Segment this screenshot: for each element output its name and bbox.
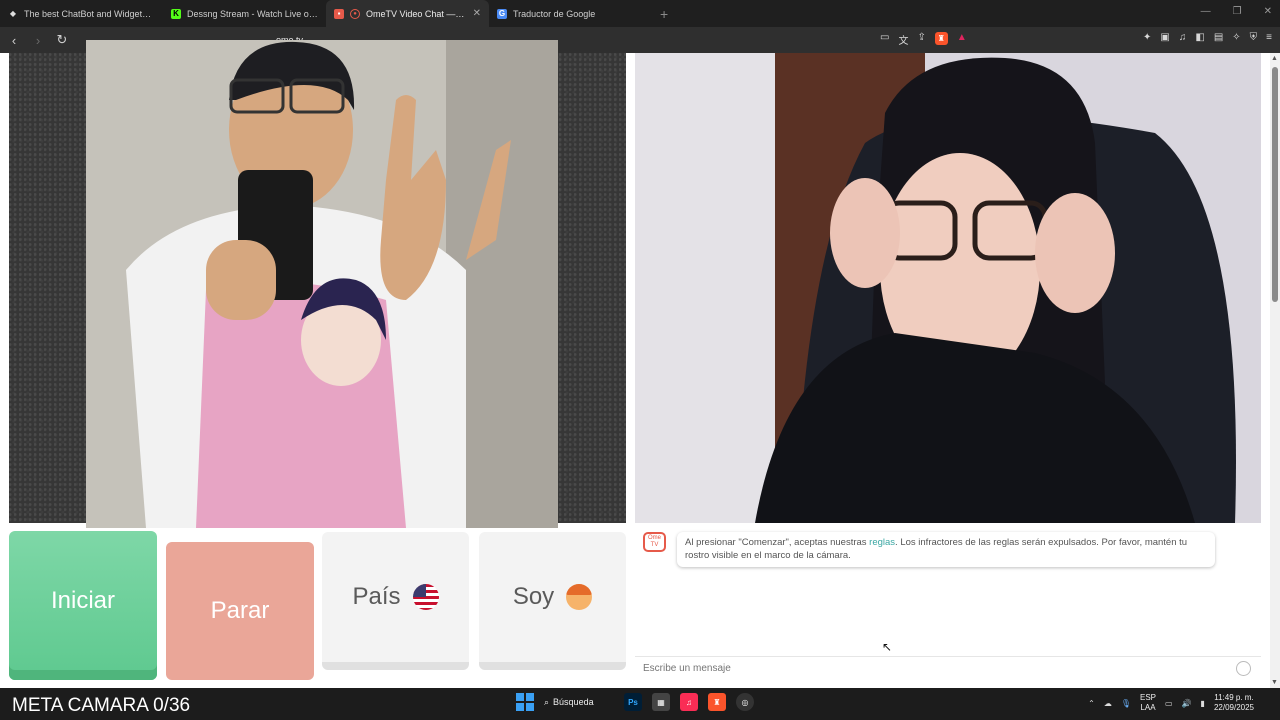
window-controls: — ❐ ✕ bbox=[1201, 6, 1272, 17]
menu-icon[interactable]: ≡ bbox=[1266, 32, 1272, 43]
lang-top: ESP bbox=[1140, 693, 1157, 702]
itunes-icon[interactable]: ♫ bbox=[680, 693, 698, 711]
close-tab-icon[interactable]: ✕ bbox=[473, 8, 481, 19]
brave-shields-icon[interactable]: ♜ bbox=[934, 32, 948, 45]
country-selector-button[interactable]: País bbox=[322, 532, 469, 670]
wallet-icon[interactable]: ▤ bbox=[1214, 32, 1223, 43]
recording-icon: ● bbox=[350, 8, 360, 19]
photoshop-icon[interactable]: Ps bbox=[624, 693, 642, 711]
tab-strip: ◆ The best ChatBot and Widgets for Ki K … bbox=[0, 0, 1280, 27]
tab-title: Traductor de Google bbox=[513, 8, 596, 19]
notice-text-start: Al presionar "Comenzar", aceptas nuestra… bbox=[685, 537, 867, 548]
stream-overlay-text: META CAMARA 0/36 bbox=[12, 695, 191, 716]
tab-ometv[interactable]: ▪ ● OmeTV Video Chat — Omeg ✕ bbox=[326, 0, 489, 27]
vpn-icon[interactable]: ⛨ bbox=[1250, 32, 1258, 43]
clock[interactable]: 11:49 p. m. 22/09/2025 bbox=[1214, 693, 1254, 713]
volume-icon[interactable]: 🔊 bbox=[1182, 699, 1192, 708]
maximize-icon[interactable]: ❐ bbox=[1233, 6, 1242, 17]
remote-camera-feed bbox=[635, 53, 1261, 523]
screenshot-icon[interactable]: ▣ bbox=[1160, 32, 1169, 43]
tab-chatbot[interactable]: ◆ The best ChatBot and Widgets for Ki bbox=[0, 0, 163, 27]
taskbar-apps: ⌕ Búsqueda Ps ▦ ♫ ♜ ◎ bbox=[516, 693, 754, 711]
rules-notice: Al presionar "Comenzar", aceptas nuestra… bbox=[677, 532, 1215, 567]
new-tab-icon[interactable]: + bbox=[660, 6, 668, 22]
start-button[interactable]: Iniciar bbox=[9, 531, 157, 680]
stop-button[interactable]: Parar bbox=[166, 542, 314, 680]
battery-icon[interactable]: ▮ bbox=[1201, 699, 1205, 708]
boy-face-icon bbox=[566, 584, 593, 610]
emoji-icon[interactable] bbox=[1236, 661, 1251, 676]
brave-icon[interactable]: ♜ bbox=[708, 693, 726, 711]
lang-bottom: LAA bbox=[1140, 703, 1156, 712]
country-label: País bbox=[352, 583, 401, 610]
obs-icon[interactable]: ◎ bbox=[736, 693, 754, 711]
address-actions: ▭ 文 ⇪ ♜ ▲ bbox=[880, 32, 967, 47]
kick-icon: K bbox=[171, 8, 181, 19]
scrollbar[interactable]: ▲ ▼ bbox=[1270, 53, 1280, 688]
scroll-down-icon[interactable]: ▼ bbox=[1271, 679, 1278, 686]
store-icon[interactable]: ▦ bbox=[652, 693, 670, 711]
windows-start-icon[interactable] bbox=[516, 693, 534, 711]
clock-time: 11:49 p. m. bbox=[1214, 693, 1254, 702]
minimize-icon[interactable]: — bbox=[1201, 6, 1211, 17]
system-tray: ⌃ ☁ 🎙 ESP LAA ▭ 🔊 ▮ 11:49 p. m. 22/09/20… bbox=[1088, 693, 1254, 713]
taskbar-search[interactable]: ⌕ Búsqueda bbox=[544, 697, 614, 708]
scroll-thumb[interactable] bbox=[1272, 67, 1278, 302]
remote-camera-image bbox=[635, 53, 1261, 523]
translate-page-icon[interactable]: 文 bbox=[898, 32, 908, 47]
clock-date: 22/09/2025 bbox=[1213, 703, 1254, 712]
rules-link[interactable]: reglas bbox=[869, 537, 895, 548]
tab-translate[interactable]: G Traductor de Google bbox=[489, 0, 652, 27]
extensions-area: ✦ ▣ ♫ ◧ ▤ ✧ ⛨ ≡ bbox=[1143, 32, 1272, 43]
local-camera-image bbox=[86, 40, 558, 528]
ometv-logo: Ome TV bbox=[643, 532, 666, 552]
back-icon[interactable]: ‹ bbox=[4, 33, 24, 48]
scroll-up-icon[interactable]: ▲ bbox=[1271, 55, 1278, 62]
tab-title: Dessng Stream - Watch Live on Kick bbox=[187, 8, 318, 19]
local-camera-feed bbox=[86, 40, 558, 528]
message-input[interactable] bbox=[643, 657, 1203, 679]
tab-title: OmeTV Video Chat — Omeg bbox=[366, 8, 467, 19]
close-window-icon[interactable]: ✕ bbox=[1264, 6, 1272, 17]
language-indicator[interactable]: ESP LAA bbox=[1140, 693, 1156, 713]
network-icon[interactable]: ▭ bbox=[1165, 699, 1173, 708]
us-flag-icon bbox=[412, 584, 439, 610]
start-label: Iniciar bbox=[50, 586, 116, 614]
cast-icon[interactable]: ▭ bbox=[880, 32, 889, 47]
cloud-icon[interactable]: ☁ bbox=[1104, 699, 1112, 708]
tab-title: The best ChatBot and Widgets for Ki bbox=[24, 8, 155, 19]
stop-label: Parar bbox=[210, 597, 270, 624]
share-icon[interactable]: ⇪ bbox=[917, 32, 925, 47]
gender-label: Soy bbox=[512, 583, 555, 610]
music-icon[interactable]: ♫ bbox=[1179, 32, 1187, 43]
extension-icon[interactable]: ✦ bbox=[1143, 32, 1151, 43]
translate-icon: G bbox=[497, 8, 507, 19]
leo-icon[interactable]: ✧ bbox=[1232, 32, 1240, 43]
search-label: Búsqueda bbox=[553, 697, 594, 707]
diamond-icon: ◆ bbox=[9, 9, 17, 18]
reload-icon[interactable]: ↻ bbox=[52, 32, 72, 48]
sidebar-icon[interactable]: ◧ bbox=[1195, 32, 1204, 43]
forward-icon[interactable]: › bbox=[28, 33, 48, 48]
tray-expand-icon[interactable]: ⌃ bbox=[1088, 699, 1095, 708]
search-icon: ⌕ bbox=[544, 696, 550, 707]
tab-kick[interactable]: K Dessng Stream - Watch Live on Kick bbox=[163, 0, 326, 27]
message-bar bbox=[635, 656, 1261, 680]
rewards-icon[interactable]: ▲ bbox=[957, 32, 967, 47]
mouse-cursor-icon: ↖ bbox=[882, 640, 893, 654]
ometv-icon: ▪ bbox=[334, 8, 344, 19]
microphone-icon[interactable]: 🎙 bbox=[1121, 699, 1131, 708]
gender-selector-button[interactable]: Soy bbox=[479, 532, 626, 670]
